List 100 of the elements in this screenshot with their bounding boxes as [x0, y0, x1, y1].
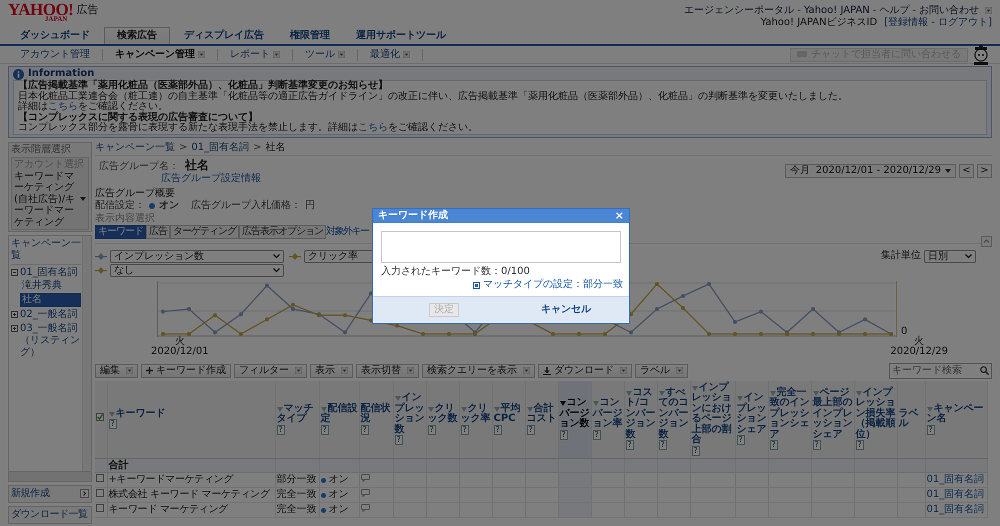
- checkbox[interactable]: [96, 504, 104, 512]
- menu-item[interactable]: キャンペーン管理: [103, 48, 218, 60]
- column-header[interactable]: 配信設定: [320, 404, 358, 424]
- checkbox[interactable]: [96, 474, 104, 482]
- header-link[interactable]: Yahoo! JAPAN: [804, 5, 870, 16]
- checkbox[interactable]: [96, 489, 104, 497]
- toolbar-button[interactable]: ラベル: [635, 364, 688, 378]
- content-tab[interactable]: ターゲティング: [170, 224, 239, 238]
- menu-item[interactable]: レポート: [218, 48, 293, 60]
- help-button[interactable]: ?: [692, 446, 700, 456]
- match-type-link[interactable]: マッチタイプの設定：部分一致: [473, 279, 623, 291]
- dropdown[interactable]: インプレッション数: [110, 250, 284, 262]
- nav-tab[interactable]: ディスプレイ広告: [172, 28, 276, 44]
- toolbar-button[interactable]: 検索クエリーを表示: [422, 364, 535, 378]
- help-button[interactable]: ?: [108, 419, 117, 430]
- help-button[interactable]: ?: [560, 430, 568, 440]
- column-header[interactable]: キャンペーン名: [926, 404, 986, 424]
- link[interactable]: 01_固有名詞: [925, 488, 987, 502]
- help-button[interactable]: ?: [526, 424, 535, 434]
- toolbar-button[interactable]: 編集: [95, 364, 138, 378]
- sidebar-button[interactable]: ダウンロード一覧: [8, 506, 92, 524]
- toolbar-button[interactable]: キーワード作成: [141, 364, 231, 378]
- nav-tab[interactable]: 運用サポートツール: [344, 28, 458, 44]
- help-button[interactable]: ?: [460, 424, 469, 434]
- column-header[interactable]: クリック数: [428, 404, 458, 424]
- column-header[interactable]: インプレッション数: [394, 393, 424, 435]
- help-button[interactable]: ?: [626, 440, 634, 450]
- column-header[interactable]: ページ最上部のインプレッションシェア: [812, 388, 852, 440]
- link[interactable]: 01_固有名詞: [925, 472, 987, 488]
- search-field[interactable]: キーワード検索: [889, 362, 992, 378]
- dropdown[interactable]: なし: [110, 264, 284, 276]
- help-button[interactable]: ?: [926, 424, 935, 434]
- help-button[interactable]: ?: [812, 440, 821, 450]
- scrollbar[interactable]: [82, 236, 91, 470]
- help-button[interactable]: ?: [394, 435, 403, 445]
- column-header[interactable]: インプレッションシェア: [736, 393, 766, 435]
- settings-link[interactable]: 広告グループ設定情報: [161, 172, 261, 184]
- column-header[interactable]: マッチタイプ: [276, 404, 318, 424]
- help-button[interactable]: ?: [276, 424, 285, 434]
- help-button[interactable]: ?: [428, 424, 436, 434]
- nav-tab[interactable]: 検索広告: [104, 27, 170, 44]
- breadcrumb-item[interactable]: 01_固有名詞: [191, 142, 250, 154]
- nav-tab[interactable]: ダッシュボード: [8, 28, 102, 44]
- date-nav-button[interactable]: <: [959, 164, 974, 178]
- help-button[interactable]: ?: [592, 430, 601, 440]
- help-button[interactable]: ?: [856, 440, 864, 450]
- column-header[interactable]: インプレッション損失率（掲載順位）: [856, 388, 896, 440]
- content-tab[interactable]: 広告: [146, 224, 170, 238]
- column-header[interactable]: コスト/コンバージョン数: [626, 388, 656, 440]
- column-header[interactable]: クリック率: [460, 404, 490, 424]
- tree-item[interactable]: 02_一般名詞: [11, 309, 81, 321]
- status-text: オン: [328, 474, 348, 486]
- cancel-button[interactable]: キャンセル: [541, 304, 591, 316]
- column-header[interactable]: インプレッションにおけるページ上部の割合: [692, 382, 734, 446]
- collapse-icon: [981, 236, 992, 246]
- tree-item[interactable]: 滝井秀典: [20, 279, 81, 293]
- column-header[interactable]: コンバージョン数: [560, 398, 590, 430]
- menu-item[interactable]: アカウント管理: [8, 48, 103, 60]
- menu-item[interactable]: ツール: [293, 48, 358, 60]
- header-link[interactable]: お問い合わせ: [919, 5, 979, 16]
- scrollbar[interactable]: [9, 470, 91, 480]
- close-button[interactable]: ×: [614, 210, 624, 222]
- link[interactable]: 01_固有名詞: [925, 502, 987, 518]
- header-link[interactable]: エージェンシーポータル: [684, 5, 794, 16]
- content-tab[interactable]: キーワード: [95, 224, 146, 238]
- link[interactable]: 対象外キー: [326, 226, 368, 238]
- menu-item[interactable]: 最適化: [358, 48, 423, 60]
- help-button[interactable]: ?: [658, 440, 667, 450]
- header-link[interactable]: ヘルプ: [879, 5, 910, 16]
- help-button[interactable]: ?: [770, 440, 778, 450]
- content-tab[interactable]: 広告表示オプション: [239, 224, 326, 238]
- help-button[interactable]: ?: [320, 424, 329, 434]
- column-header[interactable]: 平均CPC: [494, 404, 524, 424]
- toolbar-button[interactable]: ダウンロード: [538, 364, 632, 378]
- link[interactable]: こちら: [48, 101, 78, 112]
- tree-item[interactable]: 01_固有名詞: [11, 267, 81, 279]
- logo[interactable]: YAHOO!: [8, 1, 74, 18]
- column-header[interactable]: コンバージョン率: [592, 398, 622, 430]
- date-range-select[interactable]: 今月 2020/12/01 - 2020/12/29: [784, 164, 956, 178]
- help-button[interactable]: ?: [494, 424, 502, 434]
- toolbar-button[interactable]: 表示: [310, 364, 353, 378]
- link[interactable]: こちら: [358, 122, 388, 133]
- toolbar-button[interactable]: 表示切替: [356, 364, 419, 378]
- help-button[interactable]: ?: [360, 424, 369, 434]
- checkbox[interactable]: [96, 413, 104, 422]
- toolbar-button[interactable]: フィルター: [234, 364, 307, 378]
- column-header[interactable]: すべてのコンバージョン数: [658, 388, 688, 440]
- breadcrumb-item[interactable]: キャンペーン一覧: [95, 142, 175, 154]
- column-header[interactable]: 配信状況: [360, 404, 392, 424]
- date-nav-button[interactable]: >: [977, 164, 992, 178]
- help-button[interactable]: ?: [736, 435, 745, 445]
- column-header[interactable]: 完全一致のインプレッションシェア: [770, 388, 810, 440]
- sidebar-button[interactable]: 新規作成: [8, 484, 92, 502]
- dropdown[interactable]: 日別: [924, 250, 976, 262]
- tree-item[interactable]: 社名: [20, 293, 81, 307]
- nav-tab[interactable]: 権限管理: [278, 28, 342, 44]
- column-header[interactable]: 合計コスト: [526, 404, 556, 424]
- account-links[interactable]: [登録情報 - ログアウト]: [884, 17, 992, 28]
- tree-item[interactable]: 03_一般名詞（リスティング）: [11, 323, 81, 359]
- keyword-input[interactable]: [381, 231, 621, 263]
